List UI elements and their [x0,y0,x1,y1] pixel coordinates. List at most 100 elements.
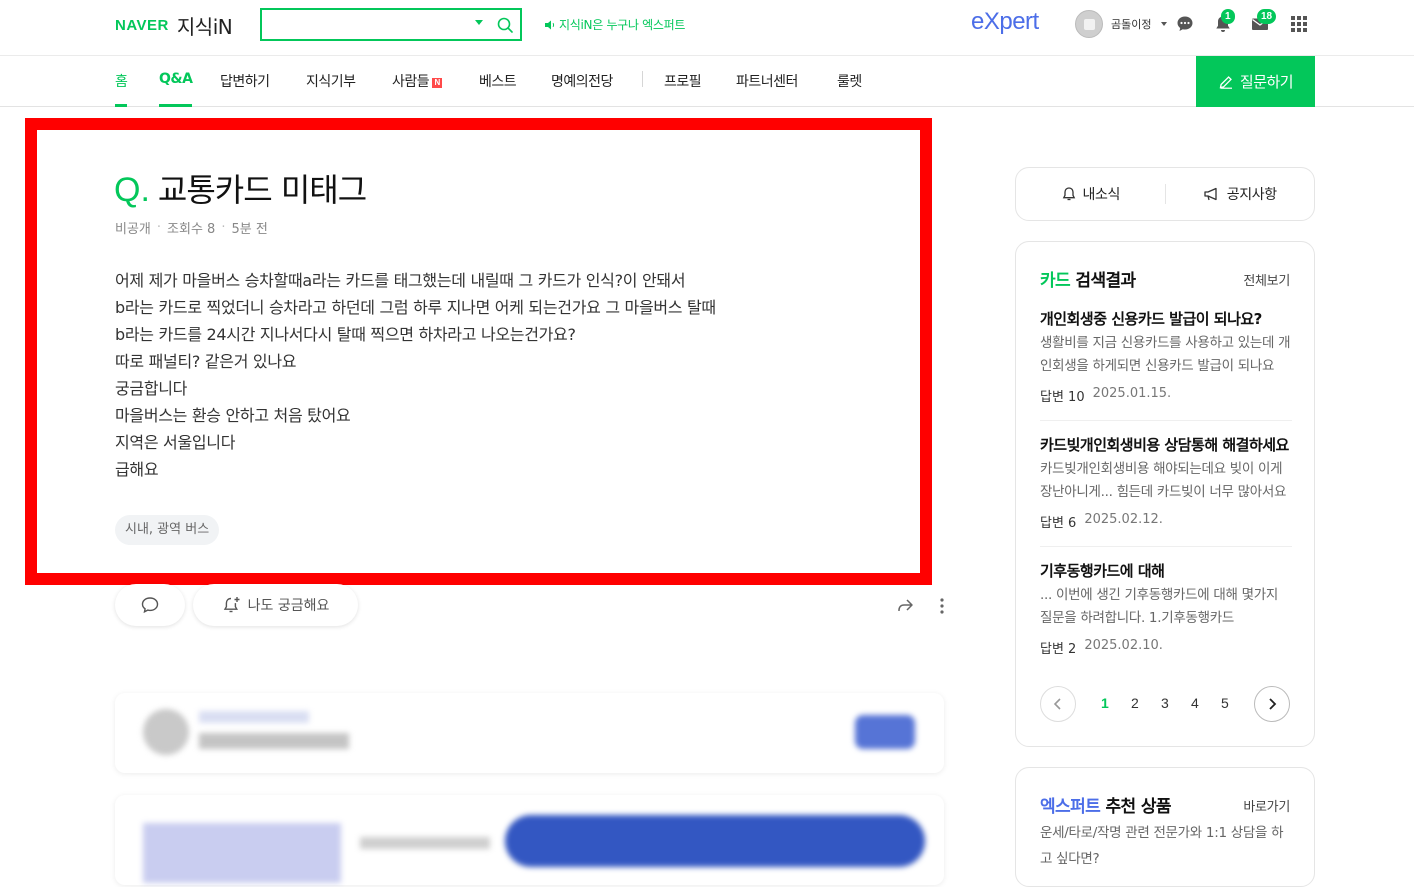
promo-text: 지식iN은 누구나 엑스퍼트 [559,18,686,32]
announcements-label: 공지사항 [1226,187,1277,203]
card-search-results: 카드 검색결과 전체보기 개인회생중 신용카드 발급이 되나요? 생활비를 지금… [1015,241,1315,747]
notification-badge: 1 [1221,9,1235,24]
result-title[interactable]: 개인회생중 신용카드 발급이 되나요? [1040,308,1292,330]
highlight-frame [25,118,932,585]
result-snippet: 카드빚개인회생비용 해야되는데요 빚이 이게 장난아니게... 힘든데 카드빚이… [1040,461,1287,500]
nav-profile[interactable]: 프로필 [664,71,702,107]
comment-button[interactable] [115,584,185,626]
my-news-label: 내소식 [1082,187,1121,203]
result-title[interactable]: 카드빚개인회생비용 상담통해 해결하세요 [1040,434,1292,456]
blurred-answer-card [115,693,944,773]
blurred-subtitle [199,733,349,749]
pagination: 1 2 3 4 5 [1040,686,1292,722]
result-answer-count: 답변 2 [1040,642,1077,657]
nav-answer[interactable]: 답변하기 [220,71,270,107]
page-number-5[interactable]: 5 [1221,695,1229,711]
expert-logo[interactable]: eXpert [971,8,1039,36]
expert-shortcut-link[interactable]: 바로가기 [1243,796,1290,815]
expert-heading-rest: 추천 상품 [1100,797,1171,817]
blurred-name [199,711,309,723]
my-news-link[interactable]: 내소식 [1016,184,1165,204]
user-name[interactable]: 곰돌이정 [1111,16,1151,32]
result-date: 2025.02.12. [1084,512,1163,527]
avatar[interactable] [1075,10,1103,38]
page-number-3[interactable]: 3 [1161,695,1169,711]
new-badge: N [432,78,443,88]
search-icon[interactable] [496,16,514,34]
search-results-heading: 카드 검색결과 [1040,266,1136,291]
result-title[interactable]: 기후동행카드에 대해 [1040,560,1292,582]
curious-label: 나도 궁금해요 [247,598,330,614]
blurred-ad-text [360,837,490,849]
blurred-button [855,715,915,749]
prev-page-button[interactable] [1040,686,1076,722]
search-dropdown-icon[interactable] [475,20,483,25]
apps-grid-icon[interactable] [1289,14,1309,34]
expert-promo-link[interactable]: 지식iN은 누구나 엑스퍼트 [544,16,685,33]
blurred-avatar [143,709,189,755]
page-number-4[interactable]: 4 [1191,695,1199,711]
nav-roulette[interactable]: 룰렛 [837,71,862,107]
speaker-icon [545,20,555,29]
top-header: NAVER 지식iN 지식iN은 누구나 엑스퍼트 eXpert 곰돌이정 1 … [0,0,1414,56]
nav-donation[interactable]: 지식기부 [306,71,356,107]
curious-button[interactable]: 나도 궁금해요 [193,584,358,626]
talk-icon[interactable] [1175,14,1195,34]
result-meta: 답변 6 2025.02.12. [1040,512,1292,531]
result-date: 2025.02.10. [1084,638,1163,653]
blurred-ad-button [505,815,925,867]
bell-icon [1062,187,1075,201]
expert-heading: 엑스퍼트 추천 상품 [1040,792,1172,817]
announcements-link[interactable]: 공지사항 [1166,184,1315,204]
chevron-left-icon [1053,698,1061,710]
expert-brand: 엑스퍼트 [1040,797,1101,817]
nav-partner-center[interactable]: 파트너센터 [736,71,798,107]
blurred-ad-image [143,823,341,883]
jisikin-logo[interactable]: 지식iN [177,11,233,40]
nav-divider [642,71,643,87]
search-result-item[interactable]: 기후동행카드에 대해 ... 이번에 생긴 기후동행카드에 대해 몇가지 질문을… [1040,560,1292,657]
result-meta: 답변 10 2025.01.15. [1040,386,1292,405]
result-date: 2025.01.15. [1092,386,1172,401]
naver-jisikin-logo[interactable]: NAVER 지식iN [115,11,233,40]
next-page-button[interactable] [1254,686,1290,722]
expert-description: 운세/타로/작명 관련 전문가와 1:1 상담을 하고 싶다면? [1040,825,1284,867]
search-result-item[interactable]: 카드빚개인회생비용 상담통해 해결하세요 카드빚개인회생비용 해야되는데요 빚이… [1040,434,1292,531]
ask-question-label: 질문하기 [1239,73,1294,91]
nav-home[interactable]: 홈 [115,71,128,107]
result-answer-count: 답변 10 [1040,390,1085,405]
result-snippet: 생활비를 지금 신용카드를 사용하고 있는데 개인회생을 하게되면 신용카드 발… [1040,335,1291,374]
page-number-2[interactable]: 2 [1131,695,1139,711]
naver-logo[interactable]: NAVER [115,17,169,34]
share-icon[interactable] [895,596,915,616]
page-number-1[interactable]: 1 [1101,695,1109,711]
result-divider [1040,420,1292,421]
blurred-ad-card [115,795,944,885]
nav-people-label: 사람들 [392,74,430,90]
nav-qna[interactable]: Q&A [159,71,193,107]
megaphone-icon [1204,187,1217,201]
ask-question-button[interactable]: 질문하기 [1196,56,1315,107]
view-all-link[interactable]: 전체보기 [1243,270,1290,289]
search-heading-rest: 검색결과 [1070,271,1136,291]
pencil-icon [1219,75,1232,89]
result-snippet: ... 이번에 생긴 기후동행카드에 대해 몇가지 질문을 하려합니다. 1.기… [1040,587,1278,626]
search-input[interactable] [262,10,462,39]
notice-box: 내소식 공지사항 [1015,167,1315,221]
search-box [260,8,522,41]
nav-hall-of-fame[interactable]: 명예의전당 [551,71,613,107]
result-answer-count: 답변 6 [1040,516,1077,531]
user-menu[interactable]: 곰돌이정 [1075,10,1168,38]
more-options-icon[interactable] [938,597,946,615]
comment-icon [141,597,159,614]
result-divider [1040,546,1292,547]
nav-people[interactable]: 사람들 N [392,71,443,107]
card-expert-recommend: 엑스퍼트 추천 상품 바로가기 운세/타로/작명 관련 전문가와 1:1 상담을… [1015,767,1315,887]
search-result-item[interactable]: 개인회생중 신용카드 발급이 되나요? 생활비를 지금 신용카드를 사용하고 있… [1040,308,1292,405]
mail-badge: 18 [1257,9,1277,24]
nav-best[interactable]: 베스트 [479,71,517,107]
result-meta: 답변 2 2025.02.10. [1040,638,1292,657]
chevron-down-icon[interactable] [1161,22,1168,26]
bell-plus-icon [223,597,240,613]
chevron-right-icon [1269,698,1277,710]
